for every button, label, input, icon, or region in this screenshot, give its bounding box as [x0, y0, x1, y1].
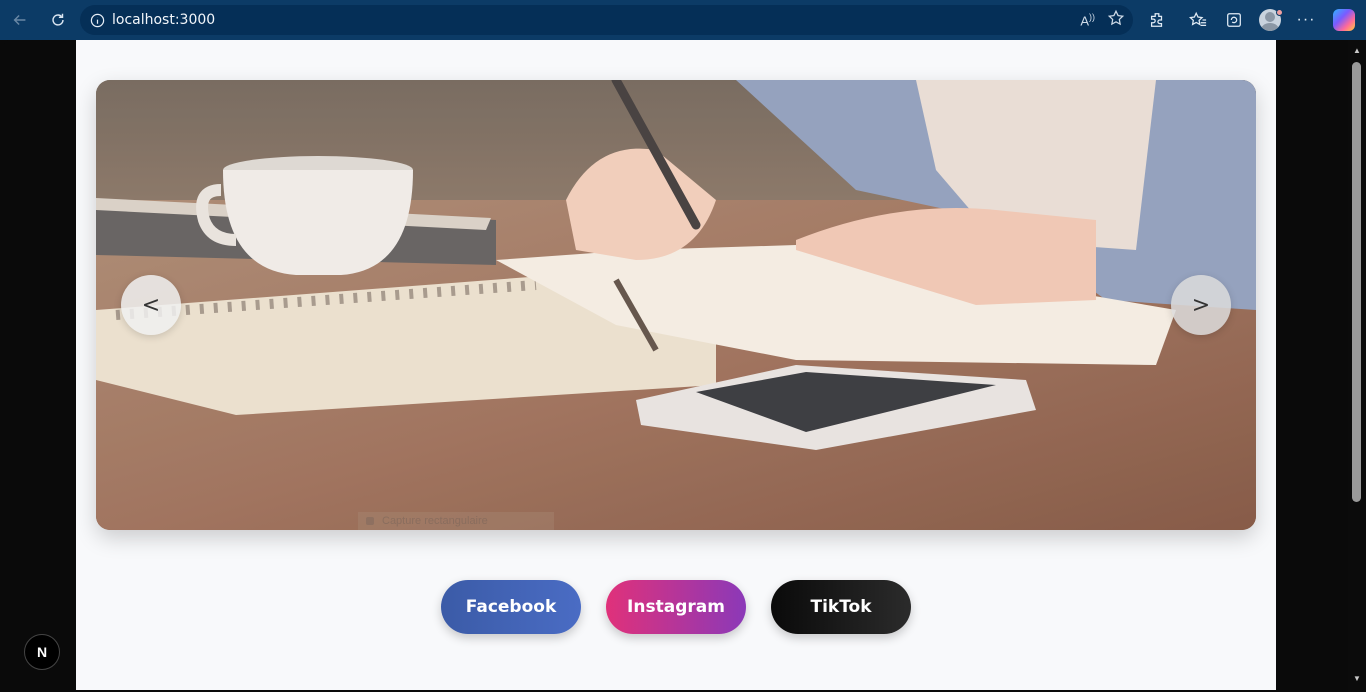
- refresh-icon[interactable]: [41, 3, 75, 37]
- nextjs-dev-badge[interactable]: N: [24, 634, 60, 670]
- carousel-image: [96, 80, 1256, 530]
- copilot-icon[interactable]: [1329, 5, 1359, 35]
- capture-icon: [366, 517, 374, 525]
- address-bar[interactable]: localhost:3000 A)): [80, 5, 1133, 35]
- favorites-icon[interactable]: [1183, 5, 1213, 35]
- scroll-up-icon[interactable]: ▲: [1352, 46, 1362, 56]
- carousel-prev-button[interactable]: <: [121, 275, 181, 335]
- facebook-button[interactable]: Facebook: [441, 580, 581, 634]
- page-scrollbar[interactable]: ▲ ▼: [1348, 40, 1366, 692]
- collections-icon[interactable]: [1219, 5, 1249, 35]
- tiktok-button[interactable]: TikTok: [771, 580, 911, 634]
- read-aloud-icon[interactable]: A)): [1080, 12, 1095, 28]
- info-icon[interactable]: [82, 13, 112, 28]
- image-carousel: < > Capture rectangulaire: [96, 80, 1256, 530]
- capture-overlay-text: Capture rectangulaire: [382, 515, 488, 527]
- browser-toolbar: localhost:3000 A)) ···: [0, 0, 1366, 40]
- carousel-next-button[interactable]: >: [1171, 275, 1231, 335]
- capture-overlay: Capture rectangulaire: [358, 512, 554, 530]
- instagram-button[interactable]: Instagram: [606, 580, 746, 634]
- more-icon[interactable]: ···: [1291, 5, 1321, 35]
- page-content: < > Capture rectangulaire Facebook Insta…: [76, 40, 1276, 690]
- social-links: Facebook Instagram TikTok: [76, 580, 1276, 634]
- profile-icon[interactable]: [1255, 5, 1285, 35]
- scrollbar-thumb[interactable]: [1352, 62, 1361, 502]
- extensions-icon[interactable]: [1142, 5, 1172, 35]
- page-viewport: < > Capture rectangulaire Facebook Insta…: [4, 40, 1348, 690]
- scroll-down-icon[interactable]: ▼: [1352, 674, 1362, 684]
- back-icon[interactable]: [3, 3, 37, 37]
- favorite-star-icon[interactable]: [1107, 9, 1125, 32]
- url-text: localhost:3000: [112, 12, 216, 28]
